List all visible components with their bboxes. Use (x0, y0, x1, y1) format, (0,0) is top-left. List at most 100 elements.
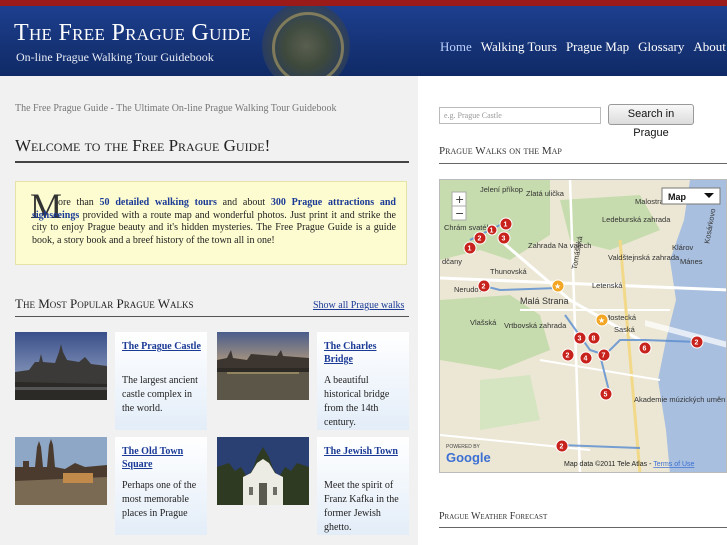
walk-title[interactable]: The Charles Bridge (324, 340, 404, 366)
walk-card-text: The Prague Castle The largest ancient ca… (115, 332, 207, 430)
svg-text:dčany: dčany (442, 257, 462, 266)
nav-walking-tours[interactable]: Walking Tours (481, 39, 557, 54)
popular-walks-heading: The Most Popular Prague Walks (15, 296, 194, 311)
svg-text:★: ★ (554, 282, 561, 291)
map-marker[interactable]: 1 (499, 217, 513, 231)
map-marker[interactable]: 7 (597, 348, 611, 362)
svg-text:Mánes: Mánes (680, 257, 703, 266)
svg-text:3: 3 (578, 336, 582, 343)
svg-text:Mostecká: Mostecká (604, 313, 637, 322)
map-marker[interactable]: 2 (561, 348, 575, 362)
svg-text:4: 4 (584, 356, 588, 363)
svg-text:2: 2 (566, 353, 570, 360)
site-header: The Free Prague Guide On-line Prague Wal… (0, 6, 727, 76)
svg-text:1: 1 (504, 222, 508, 229)
svg-text:Map: Map (668, 192, 687, 202)
map-marker[interactable]: 3 (497, 231, 511, 245)
search-button[interactable]: Search in Prague (608, 104, 694, 139)
svg-text:Zlatá ulička: Zlatá ulička (526, 189, 565, 198)
astronomical-clock-ring (272, 12, 344, 76)
intro-text: ore than 50 detailed walking tours and a… (32, 197, 396, 247)
svg-text:1: 1 (490, 228, 494, 235)
svg-text:Vrtbovská zahrada: Vrtbovská zahrada (504, 321, 567, 330)
map-marker[interactable]: 1 (486, 224, 498, 236)
svg-text:1: 1 (468, 246, 472, 253)
map-marker[interactable]: 1 (463, 241, 477, 255)
svg-text:Ledeburská zahrada: Ledeburská zahrada (602, 215, 671, 224)
svg-text:Valdštejnská zahrada: Valdštejnská zahrada (608, 253, 680, 262)
intro-box: M ore than 50 detailed walking tours and… (15, 181, 407, 265)
walk-card-text: The Old Town Square Perhaps one of the m… (115, 437, 207, 535)
svg-text:Saská: Saská (614, 325, 636, 334)
intro-text-2: and about (216, 197, 271, 208)
intro-text-3: provided with a route map and wonderful … (32, 209, 396, 246)
site-subtitle: On-line Prague Walking Tour Guidebook (16, 50, 214, 64)
prague-castle-photo[interactable] (15, 332, 107, 400)
walk-card-castle[interactable]: The Prague Castle The largest ancient ca… (15, 332, 207, 430)
map-canvas[interactable]: Jelení příkop Zlatá ulička Chrám svatého… (440, 180, 727, 473)
map-marker[interactable]: 5 (599, 387, 613, 401)
svg-text:Jelení příkop: Jelení příkop (480, 185, 523, 194)
main-nav: Home Walking Tours Prague Map Glossary About (440, 38, 727, 56)
welcome-heading: Welcome to the Free Prague Guide! (15, 136, 271, 155)
search-input[interactable]: e.g. Prague Castle (439, 107, 601, 124)
tagline: The Free Prague Guide - The Ultimate On-… (15, 103, 337, 114)
map-marker[interactable]: 2 (690, 335, 704, 349)
svg-text:2: 2 (560, 444, 564, 451)
link-walking-tours[interactable]: 50 detailed walking tours (100, 197, 217, 208)
svg-text:Thunovská: Thunovská (490, 267, 528, 276)
intro-text-1: ore than (58, 197, 100, 208)
map-marker[interactable]: 3 (573, 331, 587, 345)
nav-prague-map[interactable]: Prague Map (566, 39, 629, 54)
map-heading: Prague Walks on the Map (439, 145, 562, 157)
show-all-walks-link[interactable]: Show all Prague walks (313, 300, 404, 311)
map-marker[interactable]: 2 (473, 231, 487, 245)
walk-description: A beautiful historical bridge from the 1… (324, 375, 390, 428)
divider (439, 163, 727, 164)
map-marker[interactable]: 4 (579, 351, 593, 365)
walk-description: Meet the spirit of Franz Kafka in the fo… (324, 480, 399, 533)
map-marker[interactable]: 8 (587, 331, 601, 345)
zoom-in-button: + (455, 193, 464, 206)
star-marker[interactable]: ★ (595, 313, 609, 327)
terms-of-use-link: Terms of Use (653, 461, 694, 468)
walk-card-bridge[interactable]: The Charles Bridge A beautiful historica… (217, 332, 409, 430)
svg-text:Akademie múzických umění v Pra: Akademie múzických umění v Praze (634, 395, 727, 404)
site-title[interactable]: The Free Prague Guide (14, 20, 251, 47)
walk-card-old-town[interactable]: The Old Town Square Perhaps one of the m… (15, 437, 207, 535)
svg-text:Malá Strana: Malá Strana (520, 296, 569, 306)
walk-description: Perhaps one of the most memorable places… (122, 480, 197, 519)
nav-about[interactable]: About (693, 39, 726, 54)
svg-text:Vlašská: Vlašská (470, 318, 497, 327)
jewish-town-photo[interactable] (217, 437, 309, 505)
zoom-out-button: − (455, 207, 464, 220)
nav-glossary[interactable]: Glossary (638, 39, 684, 54)
svg-text:★: ★ (598, 316, 605, 325)
walk-description: The largest ancient castle complex in th… (122, 375, 198, 414)
map-marker[interactable]: 6 (638, 341, 652, 355)
svg-text:Letenská: Letenská (592, 281, 623, 290)
map-marker[interactable]: 2 (555, 439, 569, 453)
map-attribution: Map data ©2011 Tele Atlas - Terms of Use (564, 460, 695, 468)
svg-text:2: 2 (695, 340, 699, 347)
map-marker[interactable]: 2 (477, 279, 491, 293)
charles-bridge-photo[interactable] (217, 332, 309, 400)
nav-home[interactable]: Home (440, 39, 472, 54)
google-logo: Google (446, 450, 491, 465)
walk-title[interactable]: The Prague Castle (122, 340, 202, 353)
zoom-control[interactable]: + − (451, 191, 467, 221)
svg-text:7: 7 (602, 353, 606, 360)
prague-map[interactable]: Jelení příkop Zlatá ulička Chrám svatého… (439, 179, 727, 473)
walk-card-text: The Jewish Town Meet the spirit of Franz… (317, 437, 409, 535)
old-town-square-photo[interactable] (15, 437, 107, 505)
map-type-select[interactable]: Map (661, 187, 721, 205)
walk-card-jewish-town[interactable]: The Jewish Town Meet the spirit of Franz… (217, 437, 409, 535)
walk-title[interactable]: The Jewish Town (324, 445, 404, 458)
divider (15, 316, 409, 317)
walk-title[interactable]: The Old Town Square (122, 445, 202, 471)
divider (15, 161, 409, 163)
star-marker[interactable]: ★ (551, 279, 565, 293)
svg-text:6: 6 (643, 346, 647, 353)
svg-text:5: 5 (604, 392, 608, 399)
svg-text:Klárov: Klárov (672, 243, 694, 252)
